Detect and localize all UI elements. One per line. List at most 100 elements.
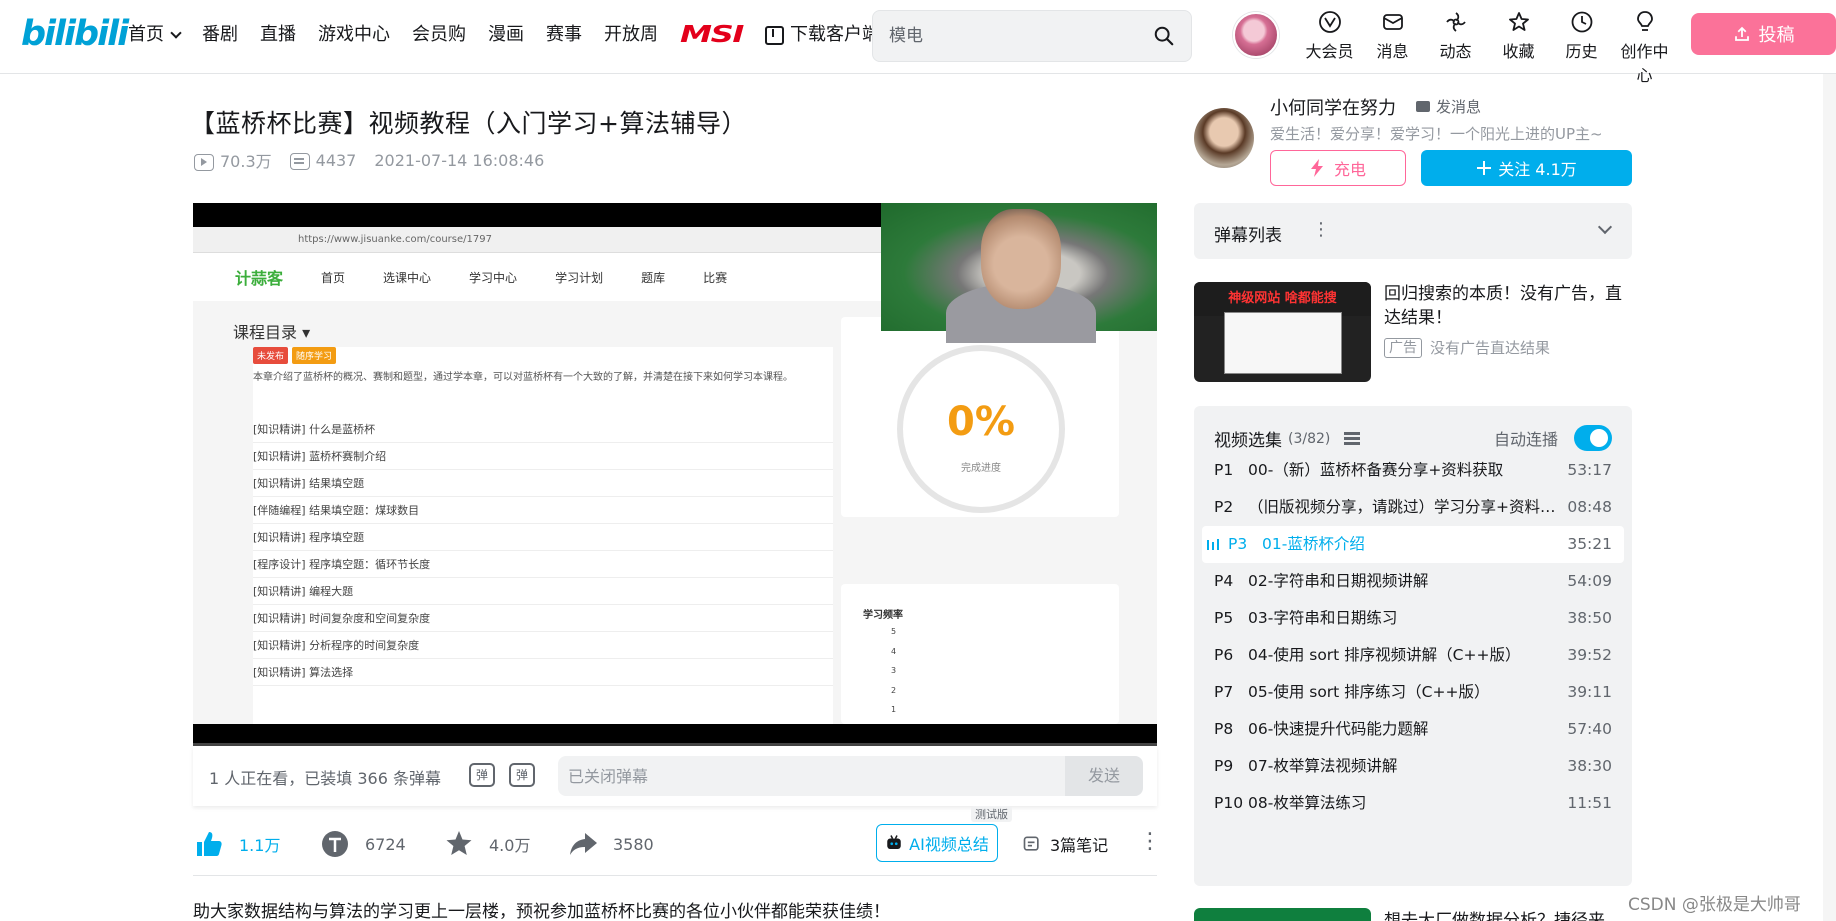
nav-bangumi[interactable]: 番剧 [202, 22, 238, 48]
playlist-item-index: P7 [1214, 683, 1234, 701]
frame-lesson: [知识精讲] 结果填空题 [253, 470, 833, 497]
like-button[interactable]: 1.1万 [193, 828, 280, 860]
danmaku-send-button[interactable]: 发送 [1065, 756, 1143, 796]
frame-lesson: [知识精讲] 编程大题 [253, 578, 833, 605]
playlist-item-active[interactable]: P3 01-蓝桥杯介绍 35:21 [1202, 526, 1624, 563]
playlist-item[interactable]: P4 02-字符串和日期视频讲解 54:09 [1202, 563, 1624, 600]
playlist-item-index: P3 [1228, 535, 1248, 553]
video-action-bar: 1.1万 6724 4.0万 3580 AI视频总结 测试版 3篇笔记 ⋮ [193, 806, 1161, 876]
danmaku-icon [289, 152, 310, 170]
playlist-item-title: （旧版视频分享，请跳过）学习分享+资料获取 [1248, 498, 1568, 516]
playlist-item[interactable]: P8 06-快速提升代码能力题解 57:40 [1202, 711, 1624, 748]
recommend-title[interactable]: 想去大厂做数据分析？捷径来 [1384, 906, 1605, 921]
favorite-button[interactable]: 4.0万 [443, 828, 530, 860]
user-avatar[interactable] [1233, 12, 1279, 58]
playlist-item[interactable]: P2 （旧版视频分享，请跳过）学习分享+资料获取 08:48 [1202, 489, 1624, 526]
header-icon-bar: 大会员 消息 动态 收藏 历史 创作中心 [1298, 10, 1676, 86]
playlist-item[interactable]: P6 04-使用 sort 排序视频讲解（C++版） 39:52 [1202, 637, 1624, 674]
lightbulb-icon [1636, 11, 1653, 31]
frame-axis-tick: 5 [891, 627, 897, 636]
creator-center-entry[interactable]: 创作中心 [1613, 10, 1676, 86]
charge-button[interactable]: 充电 [1270, 150, 1406, 186]
frame-progress-ring: 0% 完成进度 [897, 345, 1065, 513]
follow-button[interactable]: 关注 4.1万 [1421, 150, 1632, 186]
view-count-value: 70.3万 [220, 152, 272, 171]
danmaku-list-panel[interactable]: 弹幕列表 ⋮ [1194, 203, 1632, 259]
dynamic-entry[interactable]: 动态 [1424, 10, 1487, 86]
video-player[interactable]: https://www.jisuanke.com/course/1797 计蒜客… [193, 203, 1157, 746]
chevron-down-icon [170, 26, 182, 39]
notes-label: 3篇笔记 [1050, 836, 1109, 855]
search-input[interactable] [889, 24, 1129, 48]
nav-home-label: 首页 [128, 24, 164, 45]
frame-course-list: 未发布 随序学习 本章介绍了蓝桥杯的概况、赛制和题型，通过学本章，可以对蓝桥杯有… [253, 347, 833, 724]
coin-icon [322, 831, 348, 857]
recommend-thumbnail[interactable] [1194, 908, 1371, 921]
webcam-overlay [881, 203, 1157, 343]
playlist-item[interactable]: P5 03-字符串和日期练习 38:50 [1202, 600, 1624, 637]
favorite-star-icon [446, 831, 472, 855]
more-vertical-icon[interactable]: ⋮ [1312, 221, 1330, 239]
frame-site-logo: 计蒜客 [235, 269, 284, 288]
danmaku-input[interactable] [558, 756, 1065, 796]
download-client-link[interactable]: 下载客户端 [765, 22, 880, 48]
playlist-item[interactable]: P9 07-枚举算法视频讲解 38:30 [1202, 748, 1624, 785]
ad-title[interactable]: 回归搜索的本质！没有广告，直达结果！ [1384, 282, 1632, 330]
playlist-item-title: 05-使用 sort 排序练习（C++版） [1248, 683, 1490, 701]
nav-game-center[interactable]: 游戏中心 [318, 22, 390, 48]
autoplay-toggle[interactable] [1574, 425, 1612, 451]
upload-button[interactable]: 投稿 [1691, 13, 1836, 55]
send-message-link[interactable]: 发消息 [1416, 96, 1481, 117]
share-button[interactable]: 3580 [567, 828, 654, 860]
danmaku-settings-icon[interactable]: 弹 [509, 763, 535, 787]
play-button-icon[interactable] [1041, 598, 1111, 660]
history-label: 历史 [1565, 42, 1598, 61]
msi-logo[interactable]: MSI [680, 22, 744, 48]
ad-thumbnail[interactable]: 神级网站 啥都能搜 [1194, 282, 1371, 382]
notes-button[interactable]: 3篇笔记 [1022, 832, 1108, 856]
frame-course-dir: 课程目录 ▾ [233, 323, 311, 342]
message-entry[interactable]: 消息 [1361, 10, 1424, 86]
playlist-item[interactable]: P7 05-使用 sort 排序练习（C++版） 39:11 [1202, 674, 1624, 711]
ad-meta: 广告 没有广告直达结果 [1384, 337, 1550, 358]
nav-open-week[interactable]: 开放周 [604, 22, 658, 48]
search-icon[interactable] [1153, 25, 1175, 47]
frame-axis-tick: 3 [891, 666, 897, 675]
playlist-item-title: 02-字符串和日期视频讲解 [1248, 572, 1429, 590]
bilibili-logo[interactable]: bilibili [21, 14, 129, 54]
share-icon [570, 833, 597, 855]
nav-mall[interactable]: 会员购 [412, 22, 466, 48]
history-entry[interactable]: 历史 [1550, 10, 1613, 86]
uploader-name[interactable]: 小何同学在努力 [1270, 94, 1396, 120]
playlist-item-index: P1 [1214, 461, 1234, 479]
ai-summary-label: AI视频总结 [909, 835, 989, 854]
page-scrollbar[interactable] [1823, 74, 1836, 921]
favorite-entry[interactable]: 收藏 [1487, 10, 1550, 86]
ai-summary-button[interactable]: AI视频总结 [876, 824, 998, 862]
playlist-item-duration: 53:17 [1567, 461, 1612, 479]
vip-entry[interactable]: 大会员 [1298, 10, 1361, 86]
nav-home[interactable]: 首页 [128, 22, 182, 48]
chevron-down-icon[interactable] [1597, 219, 1613, 235]
frame-frequency-axis: 5 4 3 2 1 [891, 622, 896, 720]
ad-thumbnail-banner: 神级网站 啥都能搜 [1194, 282, 1371, 316]
frame-site-nav: 计蒜客 首页 选课中心 学习中心 学习计划 题库 比赛 [193, 253, 883, 301]
list-icon[interactable] [1344, 432, 1361, 445]
view-count: 70.3万 [194, 148, 272, 172]
playlist-item[interactable]: P10 08-枚举算法练习 11:51 [1202, 785, 1624, 822]
coin-button[interactable]: 6724 [319, 828, 406, 860]
playlist-item-duration: 35:21 [1567, 535, 1612, 553]
danmaku-count: 4437 [289, 151, 356, 170]
plus-icon [1477, 161, 1492, 175]
more-options-icon[interactable]: ⋮ [1139, 831, 1161, 853]
nav-esports[interactable]: 赛事 [546, 22, 582, 48]
danmaku-toggle-icon[interactable]: 弹 [469, 763, 495, 787]
playlist-item-title: 04-使用 sort 排序视频讲解（C++版） [1248, 646, 1521, 664]
nav-live[interactable]: 直播 [260, 22, 296, 48]
nav-manga[interactable]: 漫画 [488, 22, 524, 48]
autoplay-label: 自动连播 [1494, 430, 1559, 449]
favorite-label: 收藏 [1502, 42, 1535, 61]
playlist-item-duration: 11:51 [1567, 794, 1612, 812]
playlist-item[interactable]: P1 00-（新）蓝桥杯备赛分享+资料获取 53:17 [1202, 452, 1624, 489]
uploader-avatar[interactable] [1194, 108, 1254, 168]
